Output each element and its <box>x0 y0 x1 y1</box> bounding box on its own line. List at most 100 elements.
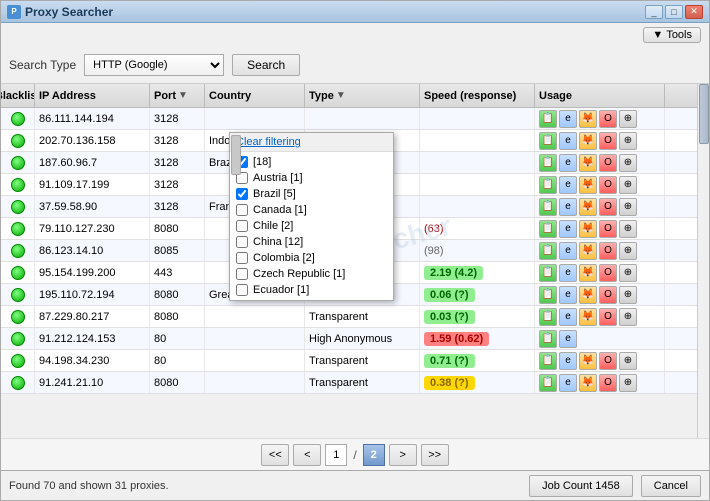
search-button[interactable]: Search <box>232 54 300 76</box>
ie-icon[interactable]: e <box>559 176 577 194</box>
minimize-button[interactable]: _ <box>645 5 663 19</box>
next-page-button[interactable]: > <box>389 444 417 466</box>
chrome-icon[interactable]: ⊕ <box>619 220 637 238</box>
firefox-icon[interactable]: 🦊 <box>579 374 597 392</box>
filter-item-brazil[interactable]: Brazil [5] <box>230 186 393 202</box>
copy-icon[interactable]: 📋 <box>539 154 557 172</box>
status-dot <box>11 288 25 302</box>
chrome-icon[interactable]: ⊕ <box>619 352 637 370</box>
firefox-icon[interactable]: 🦊 <box>579 154 597 172</box>
firefox-icon[interactable]: 🦊 <box>579 352 597 370</box>
copy-icon[interactable]: 📋 <box>539 242 557 260</box>
filter-item-china[interactable]: China [12] <box>230 234 393 250</box>
opera-icon[interactable]: O <box>599 352 617 370</box>
copy-icon[interactable]: 📋 <box>539 286 557 304</box>
ie-icon[interactable]: e <box>559 352 577 370</box>
restore-button[interactable]: □ <box>665 5 683 19</box>
th-type: Type ▼ <box>305 84 420 107</box>
clear-filter-button[interactable]: Clear filtering <box>236 136 301 148</box>
ie-icon[interactable]: e <box>559 110 577 128</box>
filter-dropdown[interactable]: Clear filtering [18] Austria [1] <box>229 132 394 301</box>
copy-icon[interactable]: 📋 <box>539 374 557 392</box>
firefox-icon[interactable]: 🦊 <box>579 110 597 128</box>
chrome-icon[interactable]: ⊕ <box>619 264 637 282</box>
ie-icon[interactable]: e <box>559 264 577 282</box>
filter-item-colombia[interactable]: Colombia [2] <box>230 250 393 266</box>
opera-icon[interactable]: O <box>599 286 617 304</box>
filter-scrollbar-thumb[interactable] <box>231 135 241 175</box>
search-type-select[interactable]: HTTP (Google) HTTPS SOCKS4 SOCKS5 <box>84 54 224 76</box>
ie-icon[interactable]: e <box>559 198 577 216</box>
opera-icon[interactable]: O <box>599 374 617 392</box>
first-page-button[interactable]: << <box>261 444 289 466</box>
ie-icon[interactable]: e <box>559 308 577 326</box>
page-2-button[interactable]: 2 <box>363 444 385 466</box>
ie-icon[interactable]: e <box>559 132 577 150</box>
tools-button[interactable]: ▼ Tools <box>643 27 701 43</box>
firefox-icon[interactable]: 🦊 <box>579 286 597 304</box>
opera-icon[interactable]: O <box>599 198 617 216</box>
filter-checkbox-brazil[interactable] <box>236 188 248 200</box>
cancel-button[interactable]: Cancel <box>641 475 701 497</box>
chrome-icon[interactable]: ⊕ <box>619 198 637 216</box>
copy-icon[interactable]: 📋 <box>539 264 557 282</box>
opera-icon[interactable]: O <box>599 308 617 326</box>
opera-icon[interactable]: O <box>599 132 617 150</box>
ie-icon[interactable]: e <box>559 220 577 238</box>
copy-icon[interactable]: 📋 <box>539 220 557 238</box>
ie-icon[interactable]: e <box>559 286 577 304</box>
filter-checkbox-colombia[interactable] <box>236 252 248 264</box>
chrome-icon[interactable]: ⊕ <box>619 110 637 128</box>
chrome-icon[interactable]: ⊕ <box>619 132 637 150</box>
filter-item-canada[interactable]: Canada [1] <box>230 202 393 218</box>
filter-item-austria[interactable]: Austria [1] <box>230 170 393 186</box>
firefox-icon[interactable]: 🦊 <box>579 198 597 216</box>
chrome-icon[interactable]: ⊕ <box>619 308 637 326</box>
copy-icon[interactable]: 📋 <box>539 352 557 370</box>
opera-icon[interactable]: O <box>599 176 617 194</box>
firefox-icon[interactable]: 🦊 <box>579 308 597 326</box>
chrome-icon[interactable]: ⊕ <box>619 374 637 392</box>
copy-icon[interactable]: 📋 <box>539 110 557 128</box>
copy-icon[interactable]: 📋 <box>539 176 557 194</box>
firefox-icon[interactable]: 🦊 <box>579 220 597 238</box>
copy-icon[interactable]: 📋 <box>539 330 557 348</box>
last-page-button[interactable]: >> <box>421 444 449 466</box>
type-filter-icon[interactable]: ▼ <box>336 90 346 101</box>
filter-item-chile[interactable]: Chile [2] <box>230 218 393 234</box>
filter-checkbox-china[interactable] <box>236 236 248 248</box>
firefox-icon[interactable]: 🦊 <box>579 264 597 282</box>
chrome-icon[interactable]: ⊕ <box>619 176 637 194</box>
firefox-icon[interactable]: 🦊 <box>579 242 597 260</box>
opera-icon[interactable]: O <box>599 220 617 238</box>
opera-icon[interactable]: O <box>599 154 617 172</box>
filter-checkbox-chile[interactable] <box>236 220 248 232</box>
firefox-icon[interactable]: 🦊 <box>579 132 597 150</box>
copy-icon[interactable]: 📋 <box>539 308 557 326</box>
chrome-icon[interactable]: ⊕ <box>619 154 637 172</box>
filter-checkbox-czech[interactable] <box>236 268 248 280</box>
close-button[interactable]: ✕ <box>685 5 703 19</box>
filter-item-ecuador[interactable]: Ecuador [1] <box>230 282 393 298</box>
ie-icon[interactable]: e <box>559 242 577 260</box>
opera-icon[interactable]: O <box>599 110 617 128</box>
opera-icon[interactable]: O <box>599 242 617 260</box>
prev-page-button[interactable]: < <box>293 444 321 466</box>
filter-checkbox-canada[interactable] <box>236 204 248 216</box>
page-1-button[interactable]: 1 <box>325 444 347 466</box>
job-count-button[interactable]: Job Count 1458 <box>529 475 633 497</box>
chrome-icon[interactable]: ⊕ <box>619 286 637 304</box>
filter-checkbox-ecuador[interactable] <box>236 284 248 296</box>
filter-item-18[interactable]: [18] <box>230 154 393 170</box>
ie-icon[interactable]: e <box>559 330 577 348</box>
scrollbar-thumb[interactable] <box>699 84 709 144</box>
copy-icon[interactable]: 📋 <box>539 198 557 216</box>
ie-icon[interactable]: e <box>559 374 577 392</box>
port-filter-icon[interactable]: ▼ <box>178 90 188 101</box>
firefox-icon[interactable]: 🦊 <box>579 176 597 194</box>
filter-item-czech[interactable]: Czech Republic [1] <box>230 266 393 282</box>
chrome-icon[interactable]: ⊕ <box>619 242 637 260</box>
ie-icon[interactable]: e <box>559 154 577 172</box>
opera-icon[interactable]: O <box>599 264 617 282</box>
copy-icon[interactable]: 📋 <box>539 132 557 150</box>
